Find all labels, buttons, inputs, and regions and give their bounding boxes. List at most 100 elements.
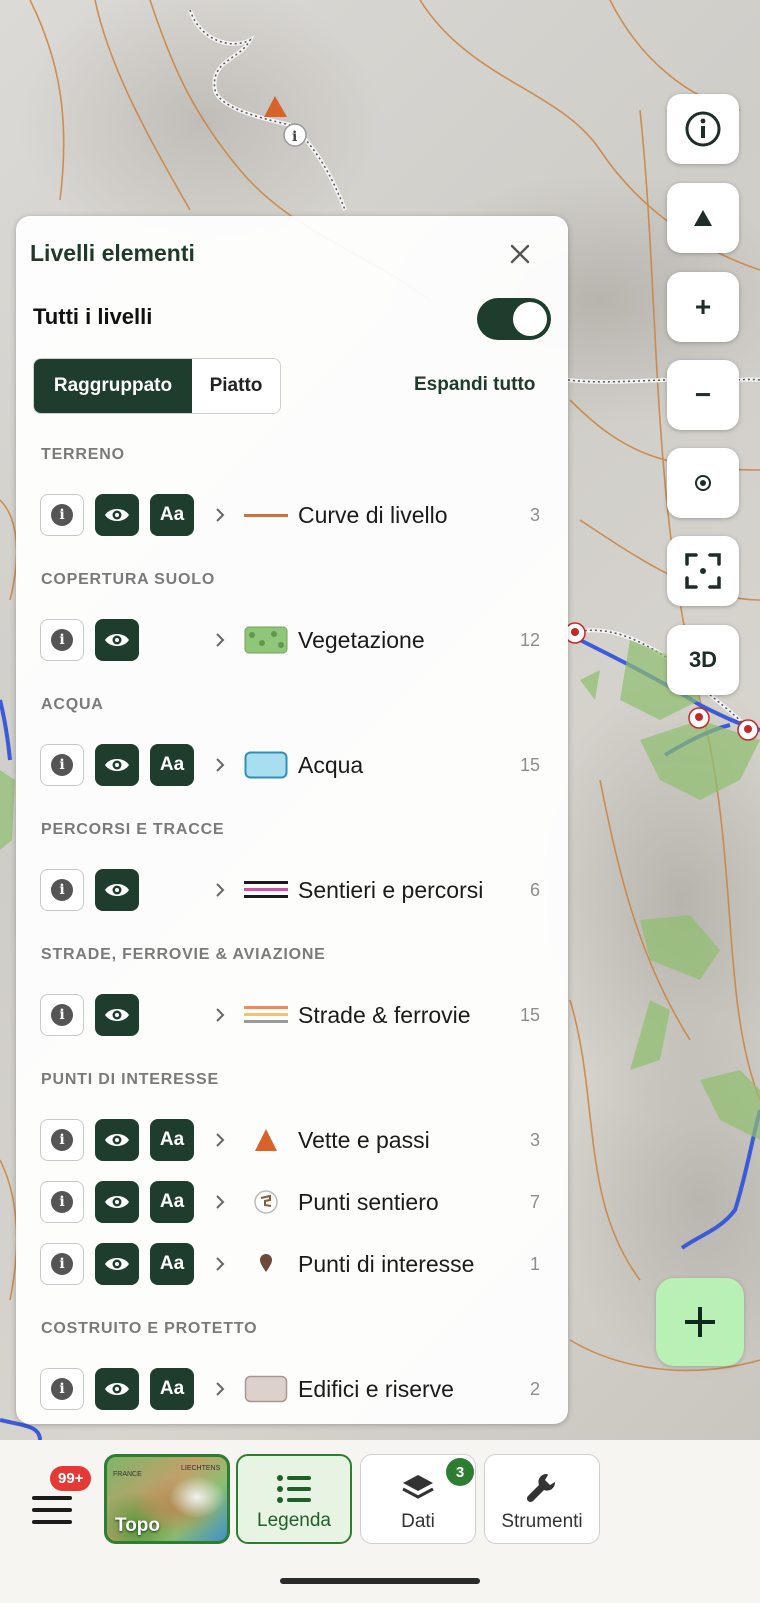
peak-triangle-icon	[244, 1126, 288, 1154]
tab-legend[interactable]: Legenda	[236, 1454, 352, 1544]
info-button[interactable]: i	[40, 1181, 84, 1223]
plus-icon	[685, 1307, 715, 1337]
layer-row[interactable]: i Aa Acqua 15	[40, 744, 540, 788]
section-title: TERRENO	[41, 446, 125, 463]
info-button[interactable]: i	[40, 869, 84, 911]
visibility-toggle[interactable]	[95, 994, 139, 1036]
chevron-right-icon[interactable]	[210, 628, 230, 652]
chevron-right-icon[interactable]	[210, 1190, 230, 1214]
layer-row[interactable]: i Sentieri e percorsi 6	[40, 869, 540, 913]
visibility-toggle[interactable]	[95, 1181, 139, 1223]
info-button[interactable]: i	[40, 994, 84, 1036]
visibility-toggle[interactable]	[95, 1368, 139, 1410]
info-icon: i	[51, 1191, 73, 1213]
poi-pin-icon	[244, 1250, 288, 1278]
eye-icon	[105, 759, 129, 771]
layer-row[interactable]: i Aa Vette e passi 3	[40, 1119, 540, 1163]
menu-button[interactable]	[30, 1492, 76, 1528]
visibility-toggle[interactable]	[95, 869, 139, 911]
tab-label: Dati	[401, 1511, 435, 1532]
visibility-toggle[interactable]	[95, 494, 139, 536]
chevron-right-icon[interactable]	[210, 1377, 230, 1401]
info-icon: i	[51, 504, 73, 526]
layer-row[interactable]: i Aa Curve di livello 3	[40, 494, 540, 538]
tab-label: Strumenti	[501, 1511, 583, 1532]
info-icon: i	[51, 879, 73, 901]
info-button[interactable]: i	[40, 619, 84, 661]
basemap-label: Topo	[115, 1515, 161, 1536]
visibility-toggle[interactable]	[95, 1243, 139, 1285]
info-button[interactable]: i	[40, 1119, 84, 1161]
chevron-right-icon[interactable]	[210, 753, 230, 777]
all-layers-toggle[interactable]	[477, 298, 551, 340]
wrench-icon	[526, 1473, 556, 1503]
layer-label: Sentieri e percorsi	[298, 877, 484, 903]
labels-toggle[interactable]: Aa	[150, 494, 194, 536]
fullscreen-button[interactable]	[667, 536, 739, 606]
layer-label: Vette e passi	[298, 1127, 430, 1153]
visibility-toggle[interactable]	[95, 744, 139, 786]
home-indicator[interactable]	[280, 1578, 480, 1584]
labels-toggle[interactable]: Aa	[150, 1243, 194, 1285]
info-button[interactable]: i	[40, 1243, 84, 1285]
labels-toggle[interactable]: Aa	[150, 1119, 194, 1161]
add-button[interactable]	[656, 1278, 744, 1366]
info-icon: i	[51, 629, 73, 651]
layer-row[interactable]: i Aa Punti sentiero 7	[40, 1181, 540, 1225]
layer-row[interactable]: i Aa Edifici e riserve 2	[40, 1368, 540, 1412]
bottom-bar: 99+ FRANCE LIECHTENS Topo Legenda Dati 3…	[0, 1440, 760, 1603]
info-button[interactable]: i	[40, 494, 84, 536]
labels-toggle[interactable]: Aa	[150, 744, 194, 786]
layer-row[interactable]: i Aa Punti di interesse 1	[40, 1243, 540, 1287]
info-button[interactable]: i	[40, 1368, 84, 1410]
locate-button[interactable]	[667, 448, 739, 518]
eye-icon	[105, 634, 129, 646]
close-button[interactable]	[502, 236, 538, 272]
expand-all-button[interactable]: Espandi tutto	[414, 374, 535, 396]
visibility-toggle[interactable]	[95, 619, 139, 661]
zoom-out-button[interactable]: −	[667, 360, 739, 430]
labels-toggle[interactable]: Aa	[150, 1368, 194, 1410]
3d-button[interactable]: 3D	[667, 625, 739, 695]
vegetation-swatch-icon	[244, 626, 288, 654]
info-icon: i	[51, 1004, 73, 1026]
labels-toggle[interactable]: Aa	[150, 1181, 194, 1223]
info-icon: i	[51, 754, 73, 776]
layer-row[interactable]: i Strade & ferrovie 15	[40, 994, 540, 1038]
chevron-right-icon[interactable]	[210, 503, 230, 527]
flat-view-button[interactable]: Piatto	[192, 359, 280, 413]
chevron-right-icon[interactable]	[210, 1003, 230, 1027]
grouped-view-button[interactable]: Raggruppato	[34, 359, 192, 413]
section-title: PUNTI DI INTERESSE	[41, 1071, 219, 1088]
building-swatch-icon	[244, 1375, 288, 1403]
eye-icon	[105, 509, 129, 521]
view-mode-switch: Raggruppato Piatto	[33, 358, 281, 414]
frame-icon	[685, 553, 721, 589]
locate-icon	[695, 475, 711, 491]
section-title: PERCORSI E TRACCE	[41, 821, 225, 838]
data-count-badge: 3	[446, 1458, 474, 1486]
chevron-right-icon[interactable]	[210, 1128, 230, 1152]
layer-label: Punti sentiero	[298, 1189, 439, 1215]
chevron-right-icon[interactable]	[210, 878, 230, 902]
info-button[interactable]: i	[40, 744, 84, 786]
layer-row[interactable]: i Vegetazione 12	[40, 619, 540, 663]
layer-count: 3	[529, 505, 540, 525]
visibility-toggle[interactable]	[95, 1119, 139, 1161]
north-button[interactable]	[667, 183, 739, 253]
eye-icon	[105, 884, 129, 896]
eye-icon	[105, 1383, 129, 1395]
info-button[interactable]	[667, 94, 739, 164]
trail-lines-icon	[244, 876, 288, 904]
trail-point-icon	[244, 1188, 288, 1216]
section-title: COPERTURA SUOLO	[41, 571, 216, 588]
zoom-in-button[interactable]: +	[667, 272, 739, 342]
chevron-right-icon[interactable]	[210, 1252, 230, 1276]
contour-line-icon	[244, 501, 288, 529]
tab-label: Legenda	[257, 1510, 331, 1531]
basemap-button[interactable]: FRANCE LIECHTENS Topo	[104, 1454, 230, 1544]
toggle-knob	[513, 302, 547, 336]
eye-icon	[105, 1258, 129, 1270]
layer-count: 15	[519, 755, 540, 775]
tab-tools[interactable]: Strumenti	[484, 1454, 600, 1544]
